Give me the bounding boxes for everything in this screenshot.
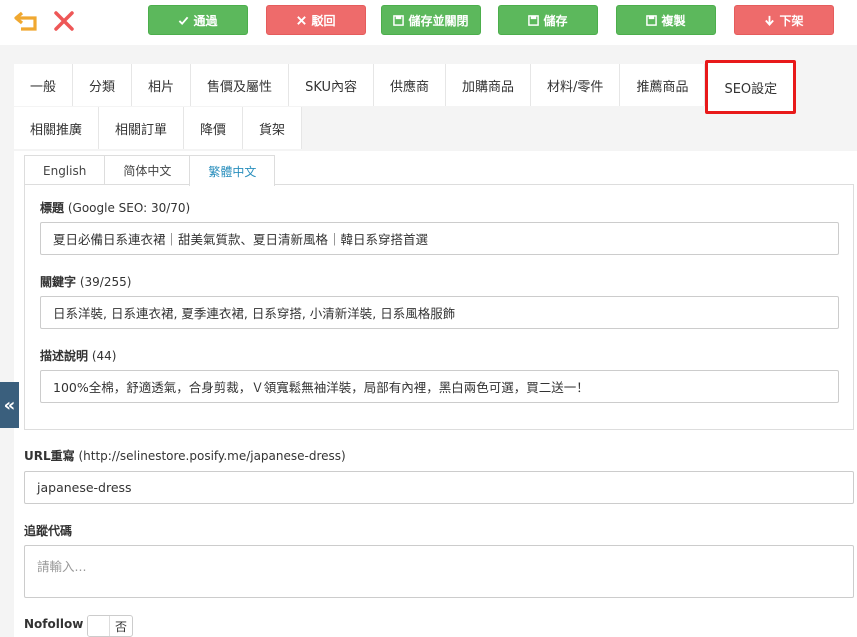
save-and-close-label: 儲存並關閉 [408, 13, 469, 28]
arrow-down-icon [765, 15, 775, 26]
copy-label: 複製 [661, 13, 686, 28]
toolbar: 通過 駁回 儲存並關閉 儲存 複製 下架 [0, 0, 857, 42]
tracking-code-label: 追蹤代碼 [24, 524, 73, 538]
language-tabs: English 简体中文 繁體中文 [24, 155, 276, 186]
floppy-icon [528, 14, 540, 26]
check-icon [179, 16, 189, 25]
seo-content: English 简体中文 繁體中文 標題 (Google SEO: 30/70)… [14, 151, 857, 637]
seo-description-input[interactable]: 100%全棉，舒適透氣，合身剪裁，Ｖ領寬鬆無袖洋裝，局部有內裡，黑白兩色可選，買… [40, 370, 839, 403]
approve-label: 通過 [193, 13, 218, 28]
copy-button[interactable]: 複製 [616, 5, 716, 35]
tab-related-promotions[interactable]: 相關推廣 [14, 107, 100, 149]
tab-shelf[interactable]: 貨架 [243, 107, 303, 149]
tab-price-drop[interactable]: 降價 [184, 107, 244, 149]
tab-addon-products[interactable]: 加購商品 [446, 64, 532, 106]
save-and-close-button[interactable]: 儲存並關閉 [381, 5, 481, 35]
unpublish-label: 下架 [779, 13, 804, 28]
url-rewrite-input[interactable]: japanese-dress [24, 471, 854, 504]
tab-sku[interactable]: SKU內容 [289, 64, 375, 106]
url-rewrite-label: URL重寫 (http://selinestore.posify.me/japa… [24, 449, 346, 463]
lang-tab-traditional-chinese[interactable]: 繁體中文 [189, 155, 276, 186]
tab-category[interactable]: 分類 [73, 64, 133, 106]
unpublish-button[interactable]: 下架 [734, 5, 834, 35]
tab-seo-settings[interactable]: SEO設定 [705, 60, 797, 114]
lang-tab-english[interactable]: English [24, 155, 106, 185]
nofollow-toggle-text: 否 [114, 619, 127, 634]
times-icon [297, 15, 307, 25]
reject-label: 駁回 [311, 13, 336, 28]
reject-button[interactable]: 駁回 [266, 5, 366, 35]
product-tabs-row-1: 一般 分類 相片 售價及屬性 SKU內容 供應商 加購商品 材料/零件 推薦商品… [14, 60, 797, 114]
seo-keywords-label: 關鍵字 (39/255) [40, 275, 132, 289]
tab-related-orders[interactable]: 相關訂單 [99, 107, 185, 149]
nofollow-toggle[interactable]: 否 [87, 615, 133, 637]
seo-keywords-input[interactable]: 日系洋裝, 日系連衣裙, 夏季連衣裙, 日系穿搭, 小清新洋裝, 日系風格服飾 [40, 296, 839, 329]
tab-price-attributes[interactable]: 售價及屬性 [191, 64, 290, 106]
product-tabs-row-2: 相關推廣 相關訂單 降價 貨架 [14, 107, 303, 149]
tab-general[interactable]: 一般 [14, 64, 74, 106]
language-panel: 標題 (Google SEO: 30/70) 夏日必備日系連衣裙｜甜美氣質款、夏… [24, 184, 854, 430]
floppy-icon [393, 14, 405, 26]
lang-tab-simplified-chinese[interactable]: 简体中文 [104, 155, 191, 185]
tab-photos[interactable]: 相片 [132, 64, 192, 106]
tab-supplier[interactable]: 供應商 [374, 64, 447, 106]
collapse-sidebar-icon[interactable]: « [0, 382, 19, 428]
close-icon[interactable] [50, 8, 78, 34]
approve-button[interactable]: 通過 [148, 5, 248, 35]
seo-description-label: 描述說明 (44) [40, 349, 117, 363]
save-label: 儲存 [543, 13, 568, 28]
tracking-code-textarea[interactable]: 請輸入... [24, 545, 854, 598]
toggle-knob [88, 616, 110, 636]
tab-materials[interactable]: 材料/零件 [531, 64, 621, 106]
floppy-icon [646, 14, 658, 26]
save-button[interactable]: 儲存 [498, 5, 598, 35]
seo-title-label: 標題 (Google SEO: 30/70) [40, 201, 191, 215]
seo-title-input[interactable]: 夏日必備日系連衣裙｜甜美氣質款、夏日清新風格｜韓日系穿搭首選 [40, 222, 839, 255]
tab-recommended[interactable]: 推薦商品 [620, 64, 706, 106]
nofollow-label: Nofollow [24, 617, 84, 631]
back-icon[interactable] [12, 8, 40, 34]
